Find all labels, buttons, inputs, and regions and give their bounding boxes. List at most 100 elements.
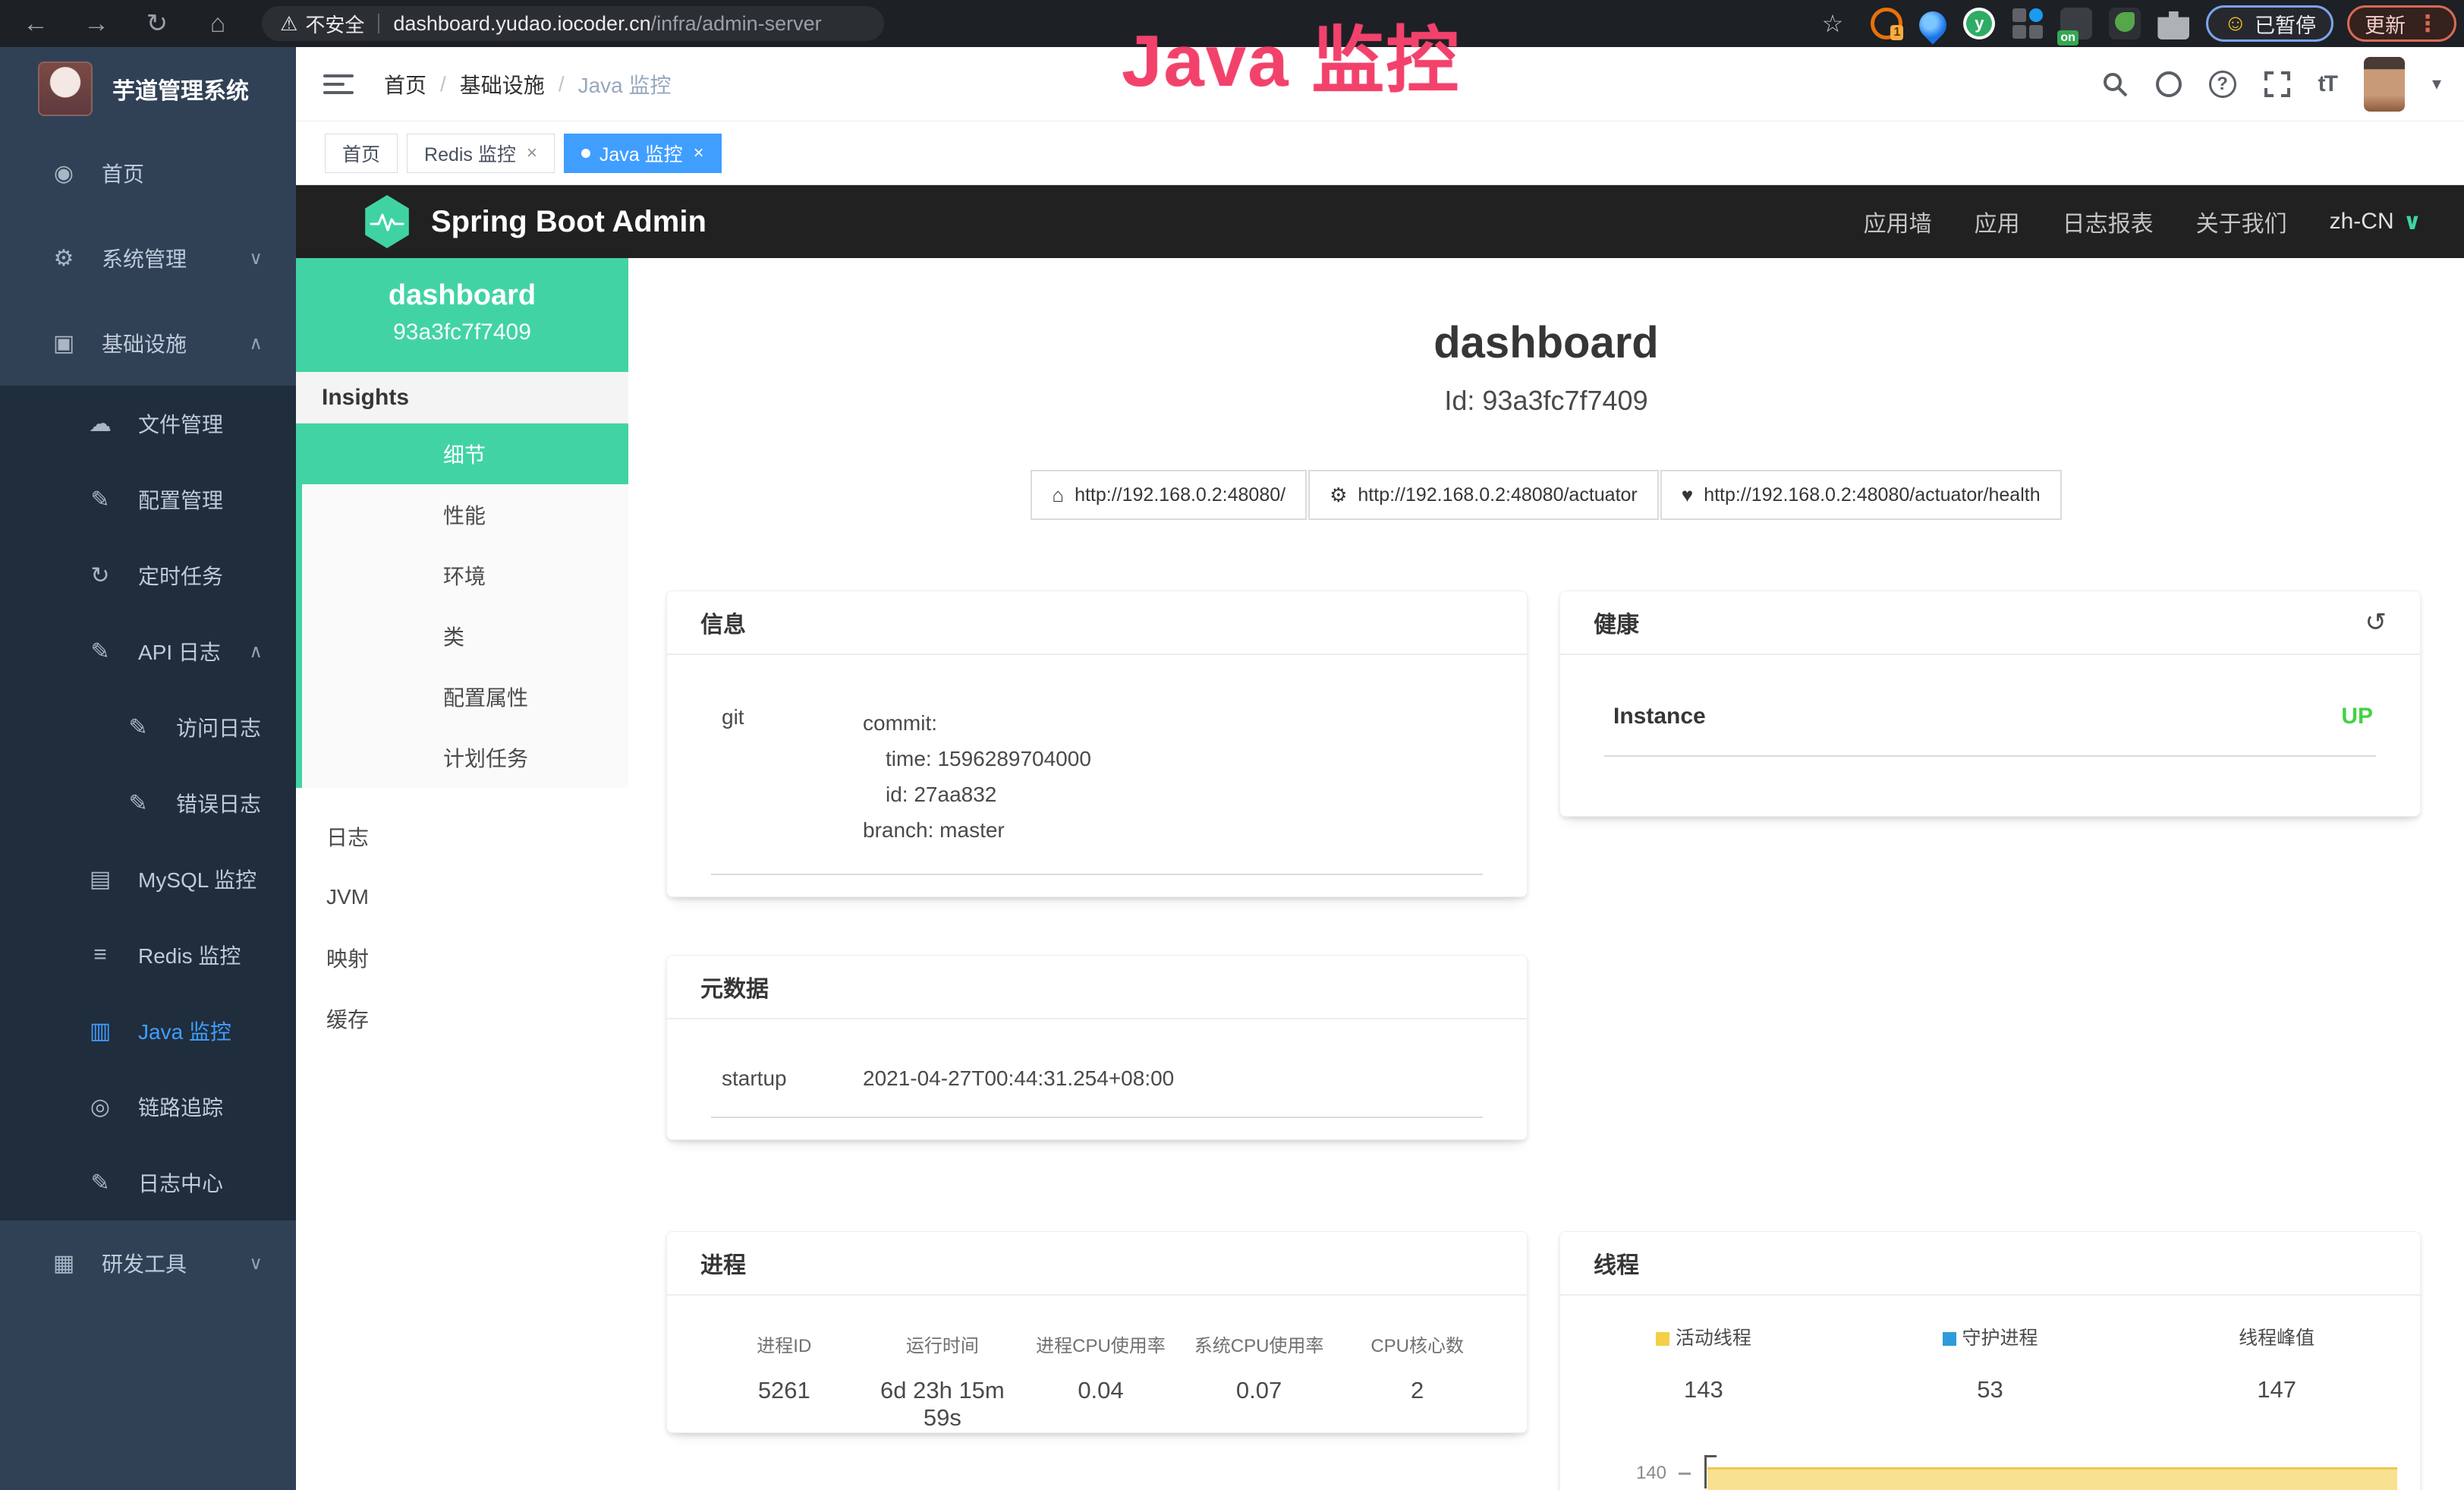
breadcrumb-separator: / (559, 72, 565, 96)
row-divider (1604, 755, 2376, 757)
y-axis-line (1704, 1455, 1707, 1488)
threads-legend-values: 143 53 147 (1560, 1376, 2420, 1403)
sidebar-item-mysql-monitor[interactable]: ▤ MySQL 监控 (0, 841, 296, 917)
panel-item-scheduled-tasks[interactable]: 计划任务 (302, 727, 628, 788)
sba-nav-links: 应用墙 应用 日志报表 关于我们 zh-CN ∨ (1864, 205, 2422, 238)
sidebar-submenu: ☁ 文件管理 ✎ 配置管理 ↻ 定时任务 ✎ API 日志 ∧ ✎ 访问日志 ✎ (0, 386, 296, 1221)
sba-nav-applications[interactable]: 应用 (1975, 205, 2020, 238)
row-divider (711, 1117, 1483, 1118)
health-url-button[interactable]: ♥ http://192.168.0.2:48080/actuator/heal… (1660, 470, 2062, 520)
search-icon[interactable] (2101, 71, 2129, 98)
sidebar-item-label: 研发工具 (102, 1248, 187, 1278)
y-axis-tick-mark (1679, 1473, 1691, 1475)
breadcrumb-infrastructure[interactable]: 基础设施 (460, 69, 545, 99)
fullscreen-icon[interactable] (2264, 71, 2291, 98)
close-icon[interactable]: × (694, 143, 704, 164)
sidebar-item-dev-tools[interactable]: ▦ 研发工具 ∨ (0, 1221, 296, 1306)
hamburger-icon[interactable] (323, 69, 354, 99)
card-title: 线程 (1594, 1246, 1639, 1280)
service-url-button[interactable]: ⌂ http://192.168.0.2:48080/ (1031, 470, 1307, 520)
breadcrumb-home[interactable]: 首页 (384, 69, 426, 99)
profile-paused-chip[interactable]: ☺ 已暂停 (2206, 5, 2333, 42)
cloud-upload-icon: ☁ (83, 411, 117, 437)
help-icon[interactable]: ? (2209, 71, 2236, 98)
sidebar-item-trace[interactable]: ◎ 链路追踪 (0, 1069, 296, 1145)
tab-home[interactable]: 首页 (325, 134, 398, 173)
sidebar-item-java-monitor[interactable]: ▥ Java 监控 (0, 993, 296, 1069)
sidebar-item-redis-monitor[interactable]: ≡ Redis 监控 (0, 917, 296, 993)
forward-icon[interactable]: → (79, 9, 114, 39)
back-icon[interactable]: ← (18, 9, 53, 39)
sidebar-item-config-management[interactable]: ✎ 配置管理 (0, 461, 296, 537)
extension-grid-icon[interactable] (2012, 8, 2044, 39)
extension-icon-green[interactable]: y (1963, 8, 1995, 39)
sba-nav-wallboard[interactable]: 应用墙 (1864, 205, 1932, 238)
user-avatar[interactable] (2364, 57, 2405, 112)
not-secure-warning-icon[interactable]: ⚠ (280, 12, 297, 36)
sba-nav-about[interactable]: 关于我们 (2196, 205, 2287, 238)
monitor-icon: ▣ (47, 330, 80, 357)
sidebar-item-api-logs[interactable]: ✎ API 日志 ∧ (0, 613, 296, 689)
font-size-icon[interactable]: tT (2318, 71, 2337, 97)
sidebar-item-file-management[interactable]: ☁ 文件管理 (0, 386, 296, 461)
sidebar-item-access-logs[interactable]: ✎ 访问日志 (0, 689, 296, 765)
process-col-sys-cpu: 系统CPU使用率 0.07 (1180, 1331, 1339, 1432)
extension-icon-on[interactable]: on (2060, 8, 2092, 39)
actuator-url-button[interactable]: ⚙ http://192.168.0.2:48080/actuator (1308, 470, 1659, 520)
github-icon[interactable] (2156, 71, 2182, 97)
annotation-java-monitor: Java 监控 (1122, 2, 1460, 107)
address-bar[interactable]: ⚠ 不安全 dashboard.yudao.iocoder.cn /infra/… (262, 6, 884, 41)
leaf-shape (2115, 12, 2135, 32)
legend-label: 线程峰值 (2239, 1328, 2315, 1349)
not-secure-label: 不安全 (305, 10, 364, 38)
tab-java-monitor[interactable]: Java 监控 × (564, 134, 722, 173)
extension-icon-orange[interactable]: 1 (1871, 8, 1902, 39)
chrome-update-button[interactable]: 更新 ⋮ (2347, 5, 2456, 42)
panel-item-details[interactable]: 细节 (302, 424, 628, 484)
browser-menu-kebab-icon[interactable]: ⋮ (2416, 11, 2439, 37)
grid-dot (2012, 25, 2026, 39)
threads-legend: 活动线程 守护进程 线程峰值 (1560, 1296, 2420, 1350)
sba-brand[interactable]: Spring Boot Admin (363, 195, 706, 248)
instance-name: dashboard (296, 279, 628, 312)
instance-header[interactable]: dashboard 93a3fc7f7409 (296, 258, 628, 372)
panel-item-jvm[interactable]: JVM (296, 867, 628, 928)
bookmark-star-icon[interactable]: ☆ (1822, 9, 1844, 38)
card-title: 进程 (700, 1246, 746, 1280)
insights-menu: 细节 性能 环境 类 配置属性 计划任务 (296, 424, 628, 788)
panel-item-performance[interactable]: 性能 (302, 484, 628, 545)
process-col-uptime: 运行时间 6d 23h 15m 59s (864, 1331, 1022, 1432)
reload-icon[interactable]: ↻ (140, 8, 175, 39)
sba-nav-journal[interactable]: 日志报表 (2063, 205, 2154, 238)
toolbox-icon: ▦ (47, 1250, 80, 1277)
eye-icon: ◎ (83, 1094, 117, 1120)
close-icon[interactable]: × (527, 143, 537, 164)
extensions-puzzle-icon[interactable] (2157, 8, 2189, 39)
sidebar-item-scheduled-tasks[interactable]: ↻ 定时任务 (0, 537, 296, 613)
panel-item-config-props[interactable]: 配置属性 (302, 666, 628, 727)
extension-pin-icon[interactable] (1914, 6, 1953, 45)
log-icon: ✎ (83, 1170, 117, 1196)
history-icon[interactable]: ↺ (2365, 607, 2387, 638)
panel-item-mappings[interactable]: 映射 (296, 928, 628, 988)
sidebar-item-error-logs[interactable]: ✎ 错误日志 (0, 765, 296, 841)
panel-item-caches[interactable]: 缓存 (296, 988, 628, 1049)
locale-selector[interactable]: zh-CN ∨ (2330, 209, 2422, 235)
panel-item-logs[interactable]: 日志 (296, 806, 628, 867)
extension-leaf-icon[interactable] (2109, 8, 2141, 39)
sidebar-item-home[interactable]: ◉ 首页 (0, 131, 296, 216)
grid-dot (2029, 25, 2043, 39)
avatar-caret-icon[interactable]: ▾ (2432, 73, 2441, 95)
legend-swatch-yellow (1656, 1332, 1669, 1346)
home-icon[interactable]: ⌂ (200, 9, 235, 39)
sidebar-item-infrastructure[interactable]: ▣ 基础设施 ∧ (0, 301, 296, 386)
panel-item-classes[interactable]: 类 (302, 606, 628, 666)
tab-redis-monitor[interactable]: Redis 监控 × (407, 134, 555, 173)
row-divider (711, 874, 1483, 875)
grid-dot-blue (2029, 8, 2043, 22)
panel-item-environment[interactable]: 环境 (302, 545, 628, 606)
git-time-line: time: 1596289704000 (863, 741, 1091, 777)
sidebar-item-log-center[interactable]: ✎ 日志中心 (0, 1145, 296, 1221)
layers-icon: ≡ (83, 942, 117, 968)
sidebar-item-system-management[interactable]: ⚙ 系统管理 ∨ (0, 216, 296, 301)
